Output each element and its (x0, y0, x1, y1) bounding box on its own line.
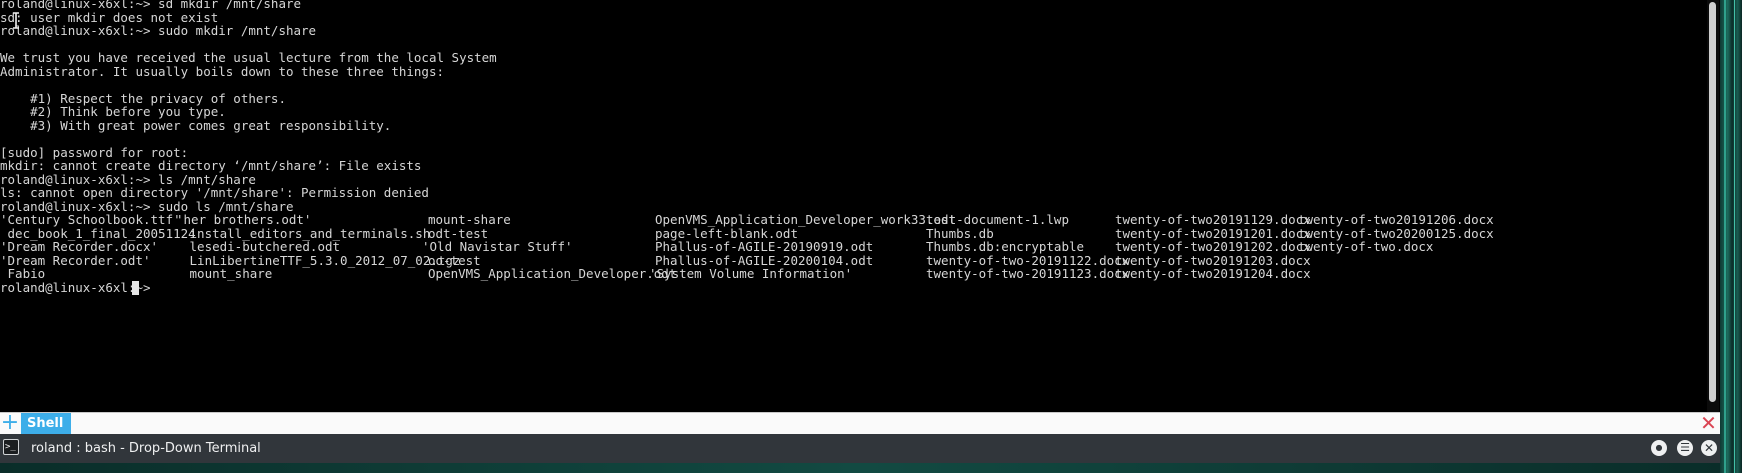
close-tab-icon[interactable]: ✕ (1698, 413, 1719, 434)
ls-entry-col-4: 'System Volume Information' (649, 266, 853, 281)
ls-entry-col-6: twenty-of-two20191204.docx (1115, 266, 1311, 281)
ls-entry-col-2: mount_share (182, 266, 273, 281)
window-titlebar: >_ roland : bash - Drop-Down Terminal ● … (0, 434, 1720, 463)
terminal-cursor (132, 280, 139, 295)
terminal-text: #3) With great power comes great respons… (0, 117, 392, 133)
desktop-wallpaper-edge (1720, 0, 1742, 473)
desktop-wallpaper-bottom (0, 463, 1720, 473)
text-cursor-pointer-icon (12, 12, 20, 29)
terminal-icon: >_ (3, 439, 19, 455)
terminal-scrollbar[interactable] (1707, 0, 1719, 412)
scrollbar-thumb[interactable] (1709, 2, 1716, 402)
terminal-text: roland@linux-x6xl:~> sudo mkdir /mnt/sha… (0, 23, 317, 38)
window-title: roland : bash - Drop-Down Terminal (31, 441, 261, 456)
tab-shell[interactable]: Shell (21, 413, 72, 434)
terminal-text: Administrator. It usually boils down to … (0, 63, 445, 79)
close-window-button[interactable]: ✕ (1701, 440, 1717, 456)
ls-entry-col-5: twenty-of-two-20191123.docx (926, 266, 1130, 281)
ls-entry-col-3: OpenVMS_Application_Developer.odt (428, 266, 677, 281)
new-tab-icon[interactable]: + (0, 412, 20, 434)
terminal-view[interactable]: roland@linux-x6xl:~> sd mkdir /mnt/share… (0, 0, 1706, 412)
ls-entry-col-7: twenty-of-two.docx (1298, 239, 1434, 254)
keep-above-button[interactable]: ● (1651, 440, 1667, 456)
menu-button[interactable]: ☰ (1677, 440, 1693, 456)
tab-bar: + Shell ✕ (0, 412, 1720, 435)
